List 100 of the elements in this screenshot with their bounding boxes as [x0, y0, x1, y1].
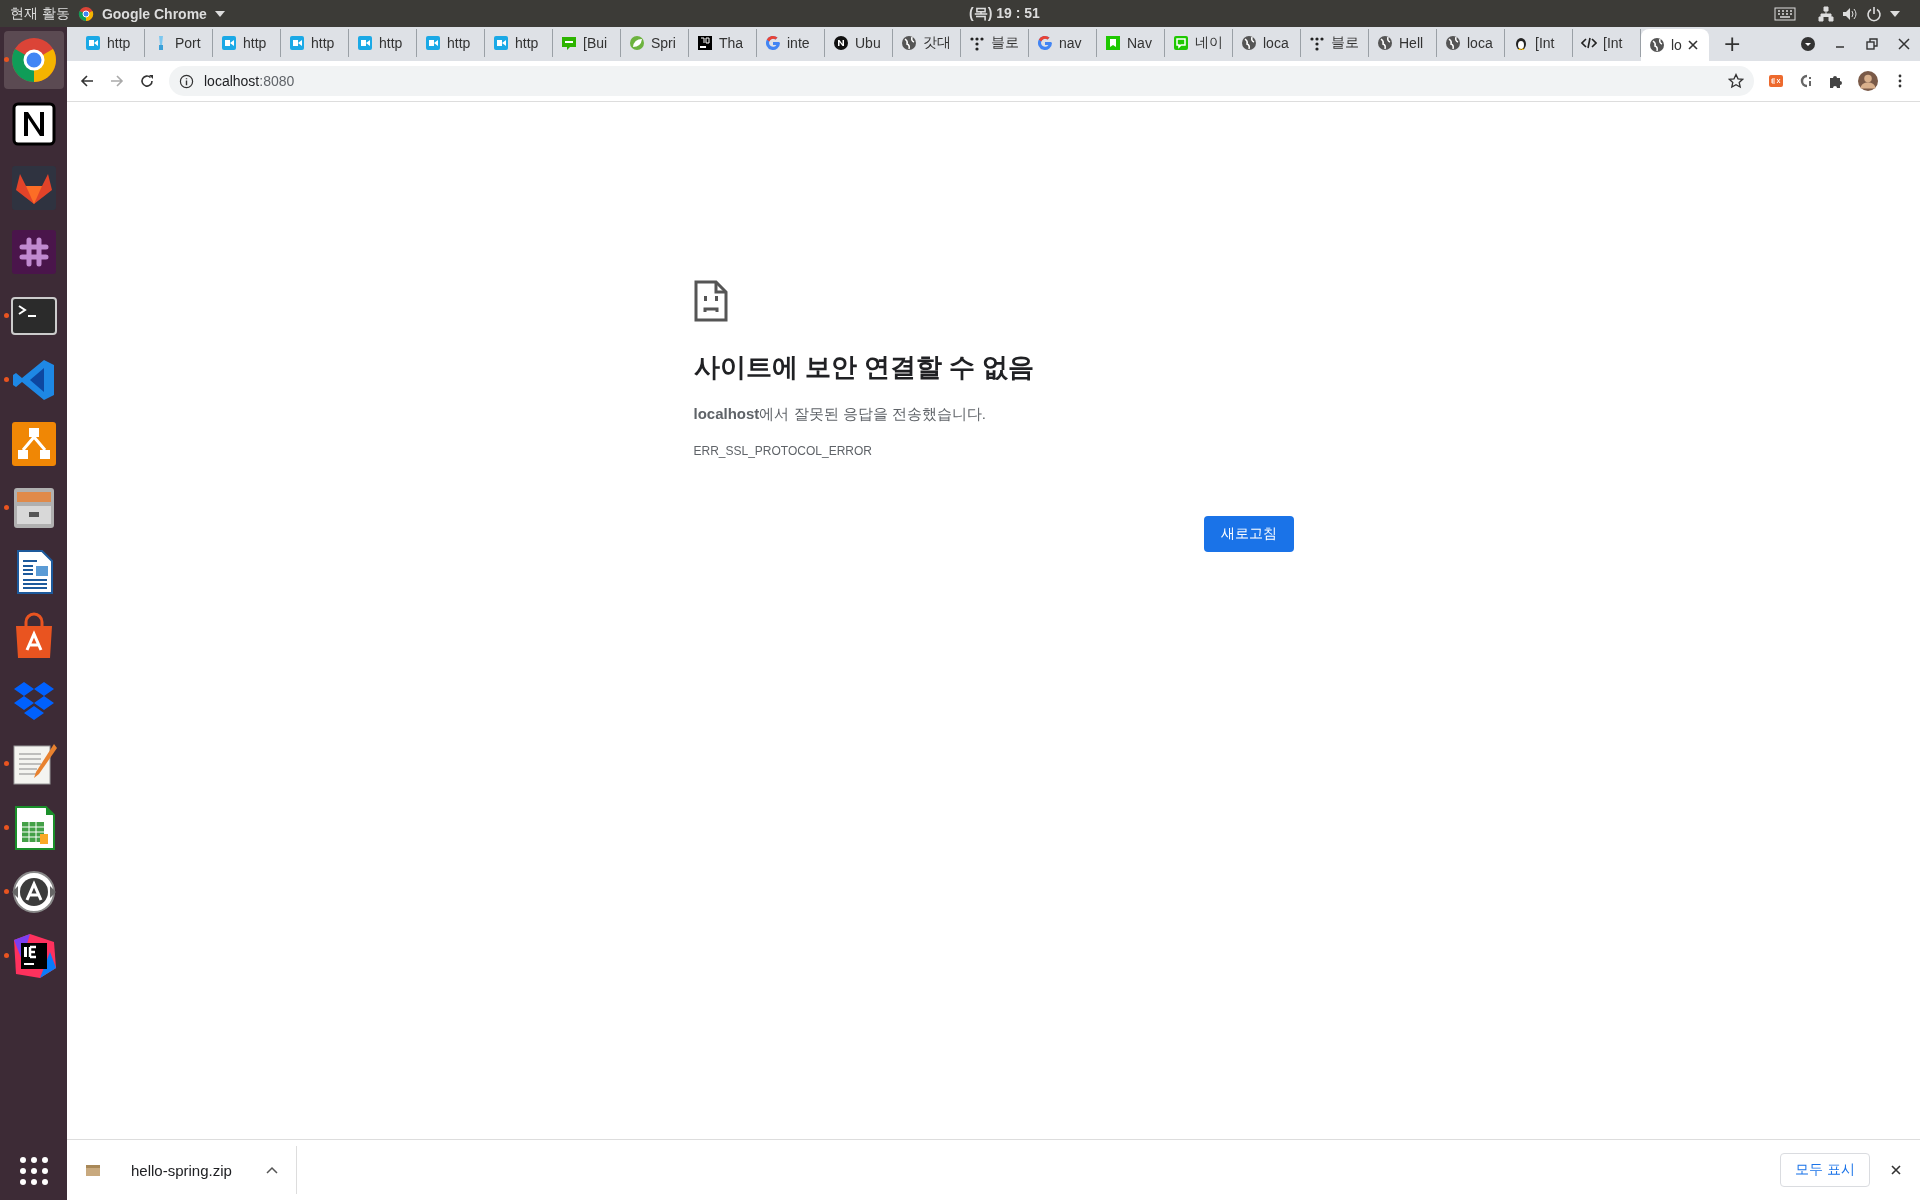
- browser-tab[interactable]: Hell: [1369, 29, 1437, 57]
- power-icon[interactable]: [1866, 5, 1882, 22]
- bookmark-favicon-icon: [1105, 35, 1121, 51]
- network-icon[interactable]: [1818, 5, 1834, 22]
- tab-title: Tha: [719, 35, 744, 51]
- avatar-icon[interactable]: [1858, 71, 1878, 91]
- extension-icon[interactable]: [1798, 73, 1814, 89]
- video-favicon-icon: [221, 35, 237, 51]
- browser-tab[interactable]: http: [349, 29, 417, 57]
- browser-tab[interactable]: [Int: [1505, 29, 1573, 57]
- browser-tab[interactable]: http: [77, 29, 145, 57]
- app-menu[interactable]: Google Chrome: [101, 5, 207, 22]
- tab-title: Nav: [1127, 35, 1152, 51]
- browser-tab[interactable]: 블로: [961, 29, 1029, 57]
- tab-title: lo: [1671, 37, 1682, 53]
- new-tab-button[interactable]: +: [1723, 30, 1742, 58]
- talk-favicon-icon: [1173, 35, 1189, 51]
- tab-title: http: [107, 35, 131, 51]
- reload-button[interactable]: 새로고침: [1203, 516, 1294, 552]
- chevron-up-icon[interactable]: [265, 1166, 278, 1174]
- browser-tab[interactable]: http: [485, 29, 553, 57]
- download-filename[interactable]: hello-spring.zip: [131, 1161, 232, 1179]
- video-favicon-icon: [425, 35, 441, 51]
- running-dot: [3, 505, 9, 510]
- browser-tab[interactable]: Ubu: [825, 29, 893, 57]
- tab-title: http: [311, 35, 335, 51]
- tab-title: Spri: [651, 35, 676, 51]
- running-dot: [3, 761, 9, 766]
- globe-favicon-icon: [1649, 37, 1665, 53]
- caret-icon: [1890, 10, 1900, 17]
- info-icon[interactable]: [179, 73, 194, 89]
- code-favicon-icon: [1581, 35, 1597, 51]
- running-dot: [3, 377, 9, 382]
- browser-tab[interactable]: [Bui: [553, 29, 621, 57]
- app-grid-icon[interactable]: [18, 1156, 49, 1186]
- tab-title: nav: [1059, 35, 1082, 51]
- browser-tab[interactable]: http: [281, 29, 349, 57]
- chat-app-icon: [9, 228, 58, 276]
- browser-tab[interactable]: Nav: [1097, 29, 1165, 57]
- browser-tab[interactable]: 갓대: [893, 29, 961, 57]
- tab-title: http: [379, 35, 403, 51]
- browser-icon: [77, 5, 94, 22]
- tab-search-icon[interactable]: [1800, 36, 1816, 52]
- dock-item[interactable]: [3, 31, 64, 89]
- globe-favicon-icon: [1445, 35, 1461, 51]
- browser-tab[interactable]: Tha: [689, 29, 757, 57]
- g-favicon-icon: [1037, 35, 1053, 51]
- dots-favicon-icon: [969, 35, 985, 51]
- puzzle-icon[interactable]: [1828, 73, 1844, 89]
- sad-page-icon: [693, 280, 728, 322]
- n-favicon-icon: [833, 35, 849, 51]
- video-favicon-icon: [357, 35, 373, 51]
- browser-tab[interactable]: Spri: [621, 29, 689, 57]
- diagram-app-icon: [9, 420, 58, 468]
- close-icon[interactable]: [1896, 36, 1912, 52]
- dots-favicon-icon: [1309, 35, 1325, 51]
- browser-tab[interactable]: 블로: [1301, 29, 1369, 57]
- tab-title: 블로: [991, 34, 1019, 52]
- g-favicon-icon: [765, 35, 781, 51]
- url-host: localhost: [204, 73, 260, 89]
- restore-icon[interactable]: [1864, 36, 1880, 52]
- running-dot: [3, 889, 9, 894]
- star-icon[interactable]: [1728, 73, 1744, 89]
- address-bar[interactable]: localhost:8080: [169, 66, 1754, 96]
- browser-tab[interactable]: nav: [1029, 29, 1097, 57]
- error-message: localhost에서 잘못된 응답을 전송했습니다.: [693, 405, 988, 424]
- fox-app-icon: [9, 164, 58, 212]
- close-icon[interactable]: [1687, 40, 1698, 50]
- browser-tab[interactable]: loca: [1437, 29, 1505, 57]
- close-icon[interactable]: [1890, 1164, 1902, 1176]
- reload-icon[interactable]: [139, 73, 155, 89]
- browser-tab[interactable]: inte: [757, 29, 825, 57]
- running-dot: [3, 825, 9, 830]
- keyboard-icon[interactable]: [1774, 5, 1796, 22]
- blog-favicon-icon: [561, 35, 577, 51]
- running-dot: [3, 57, 9, 62]
- tab-title: 네이: [1195, 34, 1223, 52]
- tab-title: http: [515, 35, 539, 51]
- browser-tab[interactable]: http: [417, 29, 485, 57]
- activities-button[interactable]: 현재 활동: [10, 4, 70, 23]
- caret-icon: [214, 10, 225, 17]
- browser-tab[interactable]: http: [213, 29, 281, 57]
- browser-tab[interactable]: lo: [1641, 29, 1709, 61]
- url-port: :8080: [259, 73, 295, 89]
- globe-favicon-icon: [901, 35, 917, 51]
- clock[interactable]: (목) 19 : 51: [969, 4, 1040, 23]
- tab-title: 갓대: [923, 34, 951, 52]
- browser-tab[interactable]: loca: [1233, 29, 1301, 57]
- tab-title: Port: [175, 35, 201, 51]
- tab-title: http: [243, 35, 267, 51]
- error-code: ERR_SSL_PROTOCOL_ERROR: [693, 444, 873, 458]
- browser-tab[interactable]: 네이: [1165, 29, 1233, 57]
- globe-favicon-icon: [1241, 35, 1257, 51]
- archive-file-icon: [85, 1163, 101, 1177]
- browser-tab[interactable]: Port: [145, 29, 213, 57]
- back-icon[interactable]: [79, 73, 95, 89]
- show-all-button[interactable]: 모두 표시: [1780, 1153, 1870, 1187]
- extension-icon[interactable]: [1768, 73, 1784, 89]
- tab-title: [Bui: [583, 35, 608, 51]
- leaf-favicon-icon: [629, 35, 645, 51]
